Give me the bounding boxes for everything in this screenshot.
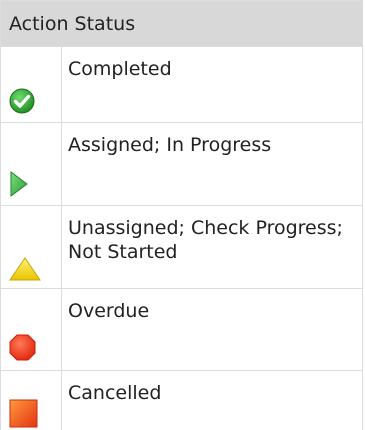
legend-label-cancelled: Cancelled: [61, 370, 363, 430]
legend-header-row: Action Status: [0, 0, 363, 47]
legend-row-overdue: Overdue: [0, 288, 363, 371]
play-triangle-icon: [10, 171, 28, 197]
octagon-icon: [9, 334, 36, 361]
legend-label-assigned: Assigned; In Progress: [61, 122, 363, 206]
legend-label-unassigned: Unassigned; Check Progress; Not Started: [61, 205, 363, 289]
legend-label-completed: Completed: [61, 46, 363, 123]
legend-row-assigned: Assigned; In Progress: [0, 122, 363, 206]
action-status-legend: Action Status Completed Assigned; In Pro…: [0, 0, 363, 430]
warning-triangle-icon: [9, 257, 41, 281]
legend-label-overdue: Overdue: [61, 288, 363, 371]
check-circle-icon: [9, 88, 35, 114]
legend-title: Action Status: [0, 0, 363, 47]
legend-row-completed: Completed: [0, 46, 363, 123]
legend-row-cancelled: Cancelled: [0, 370, 363, 430]
legend-row-unassigned: Unassigned; Check Progress; Not Started: [0, 205, 363, 289]
square-icon: [9, 399, 38, 427]
